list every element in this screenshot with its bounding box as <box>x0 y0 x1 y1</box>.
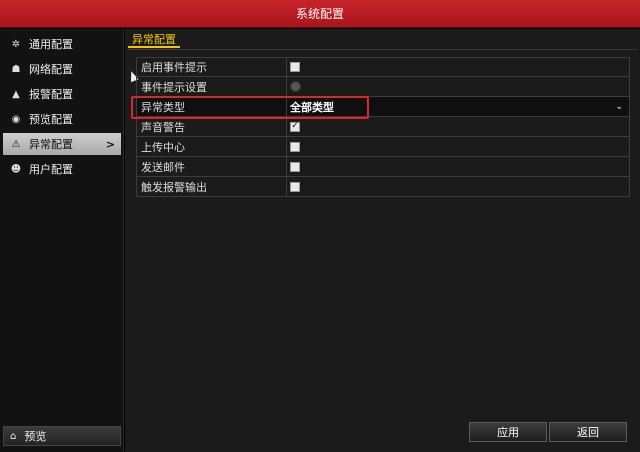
sidebar-item-network[interactable]: ☗ 网络配置 <box>3 58 121 80</box>
sidebar-item-alarm[interactable]: ▲ 报警配置 <box>3 83 121 105</box>
exception-type-select[interactable]: 全部类型 ⌄ <box>287 97 629 116</box>
gear-icon: ✲ <box>11 38 21 50</box>
home-icon: ⌂ <box>10 430 17 442</box>
tab-exception-config[interactable]: 异常配置 <box>128 33 180 48</box>
trigger-alarm-output-checkbox[interactable] <box>290 181 300 192</box>
sidebar-item-exception[interactable]: ⚠ 异常配置 > <box>3 133 121 155</box>
sidebar-item-label: 通用配置 <box>29 38 73 51</box>
preview-button[interactable]: ⌂ 预览 <box>3 426 121 446</box>
sidebar-item-label: 网络配置 <box>29 63 73 76</box>
notify-center-checkbox[interactable] <box>290 141 300 152</box>
sidebar: ✲ 通用配置 ☗ 网络配置 ▲ 报警配置 ◉ 预览配置 ⚠ 异常配置 > ☻ 用… <box>0 29 124 452</box>
row-label: 上传中心 <box>137 137 287 156</box>
settings-row-exception-type: 异常类型 全部类型 ⌄ <box>136 97 630 117</box>
preview-button-label: 预览 <box>24 430 47 443</box>
event-hint-settings-button[interactable] <box>290 81 301 92</box>
settings-row-trigger-alarm-output: 触发报警输出 <box>136 177 630 197</box>
network-icon: ☗ <box>11 63 21 75</box>
eye-icon: ◉ <box>11 113 21 125</box>
title-bar: 系统配置 <box>0 0 640 28</box>
row-label: 触发报警输出 <box>137 177 287 196</box>
settings-table: 启用事件提示 事件提示设置 异常类型 全部类型 ⌄ 声音警告 ✓ 上传中心 发送… <box>136 57 630 197</box>
settings-row-notify-center: 上传中心 <box>136 137 630 157</box>
warning-icon: ⚠ <box>11 138 21 150</box>
sidebar-item-label: 异常配置 <box>29 138 73 151</box>
sidebar-item-preview[interactable]: ◉ 预览配置 <box>3 108 121 130</box>
send-email-checkbox[interactable] <box>290 161 300 172</box>
settings-row-enable-event-hint: 启用事件提示 <box>136 57 630 77</box>
row-label: 声音警告 <box>137 117 287 136</box>
back-button[interactable]: 返回 <box>549 422 627 442</box>
settings-row-send-email: 发送邮件 <box>136 157 630 177</box>
sidebar-item-label: 报警配置 <box>29 88 73 101</box>
audio-warning-checkbox[interactable]: ✓ <box>290 121 300 132</box>
enable-event-hint-checkbox[interactable] <box>290 62 300 72</box>
apply-button[interactable]: 应用 <box>469 422 547 442</box>
row-label: 发送邮件 <box>137 157 287 176</box>
window-title: 系统配置 <box>295 7 344 21</box>
sidebar-item-user[interactable]: ☻ 用户配置 <box>3 158 121 180</box>
settings-row-event-hint-settings: 事件提示设置 <box>136 77 630 97</box>
row-label: 事件提示设置 <box>137 77 287 96</box>
sidebar-item-general[interactable]: ✲ 通用配置 <box>3 33 121 55</box>
settings-row-audio-warning: 声音警告 ✓ <box>136 117 630 137</box>
sidebar-item-label: 用户配置 <box>29 163 73 176</box>
users-icon: ☻ <box>10 163 22 175</box>
chevron-right-icon: > <box>105 137 115 151</box>
exception-type-value: 全部类型 <box>290 100 334 114</box>
chevron-down-icon: ⌄ <box>615 101 623 112</box>
row-label: 启用事件提示 <box>137 58 287 76</box>
row-label: 异常类型 <box>137 97 287 116</box>
alarm-icon: ▲ <box>12 88 20 100</box>
tab-divider <box>128 49 637 50</box>
sidebar-item-label: 预览配置 <box>29 113 73 126</box>
main-panel: 异常配置 启用事件提示 事件提示设置 异常类型 全部类型 ⌄ 声音警告 ✓ 上传… <box>125 29 640 452</box>
